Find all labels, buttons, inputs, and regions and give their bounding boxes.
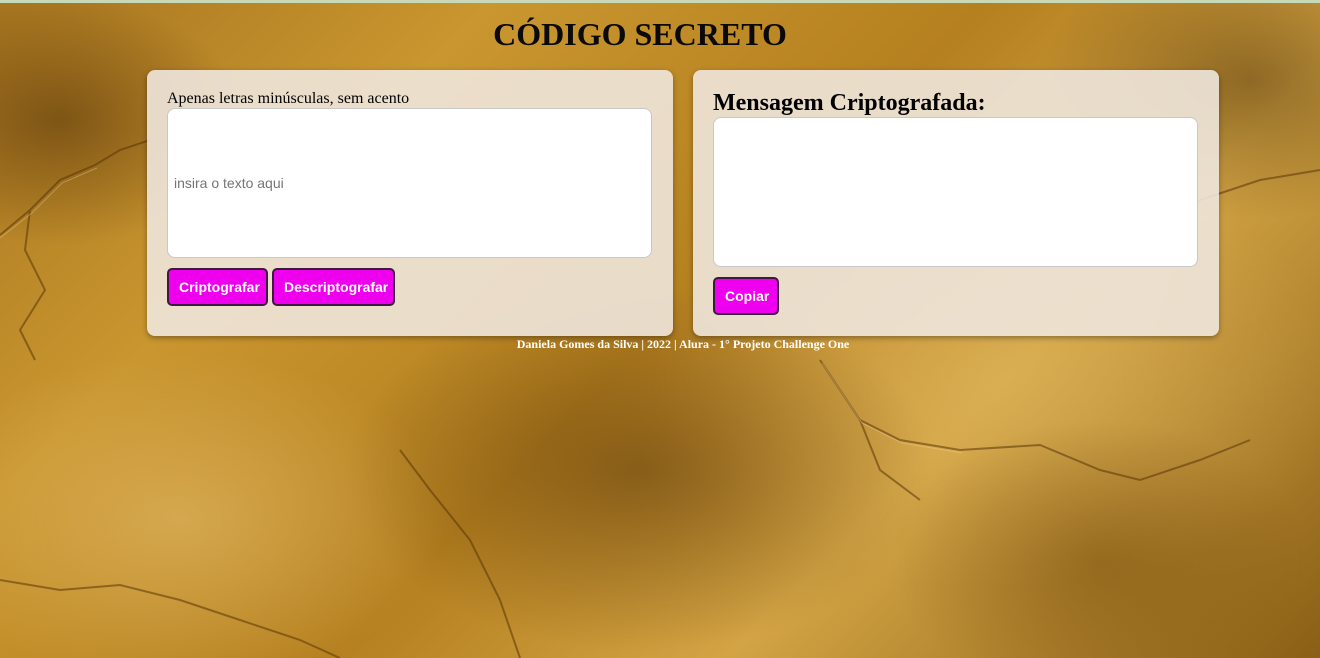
- text-input-placeholder: insira o texto aqui: [174, 175, 284, 191]
- decrypt-button[interactable]: Descriptografar: [272, 268, 395, 306]
- top-strip: [0, 0, 1320, 3]
- page-title: CÓDIGO SECRETO: [493, 16, 787, 52]
- encrypted-message-output[interactable]: [713, 117, 1198, 267]
- input-panel: Apenas letras minúsculas, sem acento ins…: [147, 70, 673, 336]
- output-heading: Mensagem Criptografada:: [713, 90, 986, 116]
- encrypt-button[interactable]: Criptografar: [167, 268, 268, 306]
- input-instruction: Apenas letras minúsculas, sem acento: [167, 90, 410, 107]
- output-panel: Mensagem Criptografada: Copiar: [693, 70, 1219, 336]
- text-input-wrapper: insira o texto aqui: [167, 108, 652, 258]
- copy-button[interactable]: Copiar: [713, 277, 779, 315]
- footer-credits: Daniela Gomes da Silva | 2022 | Alura - …: [516, 337, 850, 351]
